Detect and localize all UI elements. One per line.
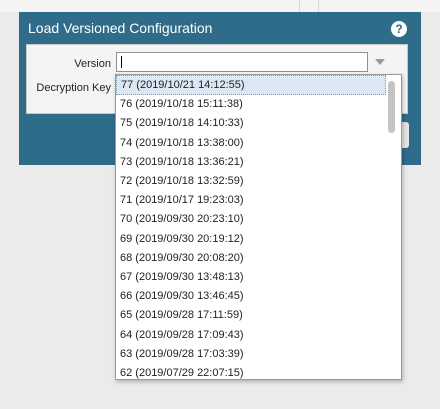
version-option[interactable]: 75 (2019/10/18 14:10:33) — [116, 113, 386, 133]
version-option[interactable]: 67 (2019/09/30 13:48:13) — [116, 267, 386, 287]
version-dropdown-list[interactable]: 77 (2019/10/21 14:12:55) 76 (2019/10/18 1… — [115, 74, 402, 380]
version-option[interactable]: 74 (2019/10/18 13:38:00) — [116, 133, 386, 153]
version-option[interactable]: 71 (2019/10/17 19:23:03) — [116, 190, 386, 210]
version-option[interactable]: 66 (2019/09/30 13:46:45) — [116, 286, 386, 306]
toolbar-divider — [318, 0, 319, 12]
version-dropdown-button[interactable] — [368, 52, 392, 72]
dialog-header: Load Versioned Configuration ? — [19, 12, 421, 44]
text-caret — [121, 56, 122, 68]
version-label: Version — [74, 58, 111, 70]
version-option[interactable]: 72 (2019/10/18 13:32:59) — [116, 171, 386, 191]
version-combobox-input[interactable] — [116, 52, 368, 72]
scrollbar-thumb[interactable] — [388, 81, 395, 133]
version-option[interactable]: 77 (2019/10/21 14:12:55) — [116, 75, 386, 95]
version-option[interactable]: 65 (2019/09/28 17:11:59) — [116, 305, 386, 325]
version-option[interactable]: 69 (2019/09/30 20:19:12) — [116, 229, 386, 249]
background-toolbar — [0, 0, 440, 12]
version-option[interactable]: 63 (2019/09/28 17:03:39) — [116, 344, 386, 364]
version-option[interactable]: 70 (2019/09/30 20:23:10) — [116, 209, 386, 229]
chevron-down-icon — [375, 59, 385, 65]
version-option[interactable]: 76 (2019/10/18 15:11:38) — [116, 94, 386, 114]
decryption-key-label: Decryption Key — [36, 82, 111, 94]
version-option[interactable]: 73 (2019/10/18 13:36:21) — [116, 152, 386, 172]
help-icon[interactable]: ? — [391, 21, 407, 37]
version-option[interactable]: 62 (2019/07/29 22:07:15) — [116, 363, 386, 379]
toolbar-divider — [299, 0, 300, 12]
version-option[interactable]: 64 (2019/09/28 17:09:43) — [116, 325, 386, 345]
version-option[interactable]: 68 (2019/09/30 20:08:20) — [116, 248, 386, 268]
dialog-title: Load Versioned Configuration — [28, 20, 213, 36]
